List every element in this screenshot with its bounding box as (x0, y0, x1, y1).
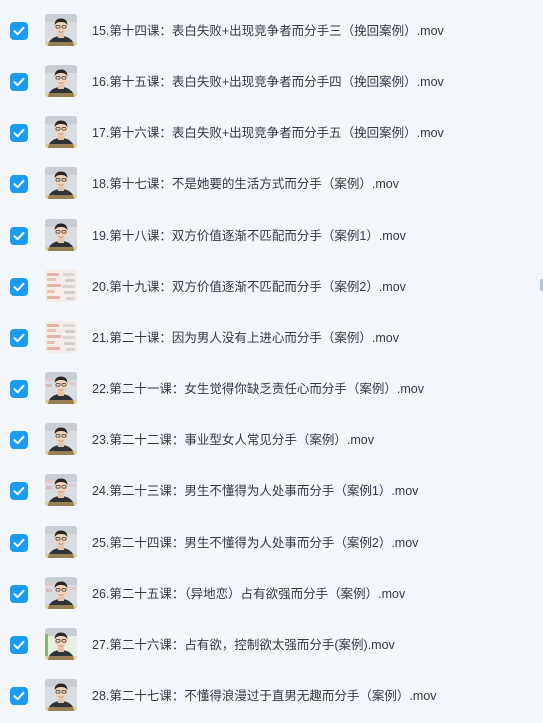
file-name: 16.第十五课：表白失败+出现竞争者而分手四（挽回案例）.mov (92, 75, 444, 90)
file-name: 19.第十八课：双方价值逐渐不匹配而分手（案例1）.mov (92, 228, 406, 243)
file-name: 27.第二十六课：占有欲，控制欲太强而分手(案例).mov (92, 637, 395, 652)
video-thumbnail (45, 372, 77, 405)
file-checkbox[interactable] (10, 584, 28, 603)
file-checkbox[interactable] (10, 22, 28, 40)
file-name: 18.第十七课：不是她要的生活方式而分手（案例）.mov (92, 177, 399, 192)
file-row[interactable]: 22.第二十一课：女生觉得你缺乏责任心而分手（案例）.mov (0, 365, 543, 416)
video-thumbnail (45, 678, 77, 711)
video-thumbnail (45, 525, 77, 558)
file-row[interactable]: 23.第二十二课：事业型女人常见分手（案例）.mov (0, 416, 543, 467)
check-icon (13, 77, 25, 87)
file-row[interactable]: 26.第二十五课：（异地恋）占有欲强而分手（案例）.mov (0, 570, 543, 621)
file-row[interactable]: 20.第十九课：双方价值逐渐不匹配而分手（案例2）.mov (0, 263, 543, 314)
video-thumbnail (45, 627, 77, 660)
check-icon (13, 26, 25, 36)
file-checkbox[interactable] (10, 686, 28, 705)
file-name: 15.第十四课：表白失败+出现竞争者而分手三（挽回案例）.mov (92, 24, 444, 38)
file-row[interactable]: 27.第二十六课：占有欲，控制欲太强而分手(案例).mov (0, 621, 543, 672)
check-icon (13, 179, 25, 189)
file-row[interactable]: 18.第十七课：不是她要的生活方式而分手（案例）.mov (0, 160, 543, 211)
file-checkbox[interactable] (10, 431, 28, 450)
video-thumbnail (45, 423, 77, 456)
file-name: 21.第二十课：因为男人没有上进心而分手（案例）.mov (92, 330, 399, 345)
file-checkbox[interactable] (10, 328, 28, 347)
file-row[interactable]: 15.第十四课：表白失败+出现竞争者而分手三（挽回案例）.mov (0, 7, 543, 58)
video-thumbnail (45, 116, 77, 149)
file-row[interactable]: 28.第二十七课：不懂得浪漫过于直男无趣而分手（案例）.mov (0, 672, 543, 723)
check-icon (13, 486, 25, 496)
file-name: 24.第二十三课：男生不懂得为人处事而分手（案例1）.mov (92, 484, 419, 499)
video-thumbnail (45, 474, 77, 507)
file-name: 22.第二十一课：女生觉得你缺乏责任心而分手（案例）.mov (92, 382, 424, 397)
file-checkbox[interactable] (10, 533, 28, 552)
check-icon (13, 589, 25, 599)
file-name: 28.第二十七课：不懂得浪漫过于直男无趣而分手（案例）.mov (92, 688, 437, 703)
video-thumbnail (45, 65, 77, 98)
file-name: 26.第二十五课：（异地恋）占有欲强而分手（案例）.mov (92, 586, 406, 601)
file-name: 23.第二十二课：事业型女人常见分手（案例）.mov (92, 433, 374, 448)
video-thumbnail (45, 14, 77, 46)
check-icon (13, 691, 25, 701)
video-thumbnail (45, 576, 77, 609)
file-list: 15.第十四课：表白失败+出现竞争者而分手三（挽回案例）.mov 16.第十五课：… (0, 0, 543, 718)
check-icon (13, 640, 25, 650)
video-thumbnail (45, 320, 77, 353)
check-icon (13, 231, 25, 241)
file-checkbox[interactable] (10, 73, 28, 92)
file-row[interactable]: 24.第二十三课：男生不懂得为人处事而分手（案例1）.mov (0, 467, 543, 518)
check-icon (13, 282, 25, 292)
file-checkbox[interactable] (10, 226, 28, 245)
file-row[interactable]: 16.第十五课：表白失败+出现竞争者而分手四（挽回案例）.mov (0, 58, 543, 109)
video-thumbnail (45, 269, 77, 302)
file-checkbox[interactable] (10, 482, 28, 501)
video-thumbnail (45, 167, 77, 200)
file-checkbox[interactable] (10, 175, 28, 194)
file-checkbox[interactable] (10, 277, 28, 296)
file-checkbox[interactable] (10, 635, 28, 654)
file-name: 17.第十六课：表白失败+出现竞争者而分手五（挽回案例）.mov (92, 126, 444, 141)
file-name: 20.第十九课：双方价值逐渐不匹配而分手（案例2）.mov (92, 279, 406, 294)
file-row[interactable]: 25.第二十四课：男生不懂得为人处事而分手（案例2）.mov (0, 519, 543, 570)
check-icon (13, 333, 25, 343)
file-checkbox[interactable] (10, 380, 28, 399)
check-icon (13, 128, 25, 138)
check-icon (13, 538, 25, 548)
check-icon (13, 384, 25, 394)
file-row[interactable]: 19.第十八课：双方价值逐渐不匹配而分手（案例1）.mov (0, 212, 543, 263)
file-name: 25.第二十四课：男生不懂得为人处事而分手（案例2）.mov (92, 535, 419, 550)
video-thumbnail (45, 218, 77, 251)
file-checkbox[interactable] (10, 124, 28, 143)
file-row[interactable]: 17.第十六课：表白失败+出现竞争者而分手五（挽回案例）.mov (0, 109, 543, 160)
check-icon (13, 435, 25, 445)
file-row[interactable]: 21.第二十课：因为男人没有上进心而分手（案例）.mov (0, 314, 543, 365)
